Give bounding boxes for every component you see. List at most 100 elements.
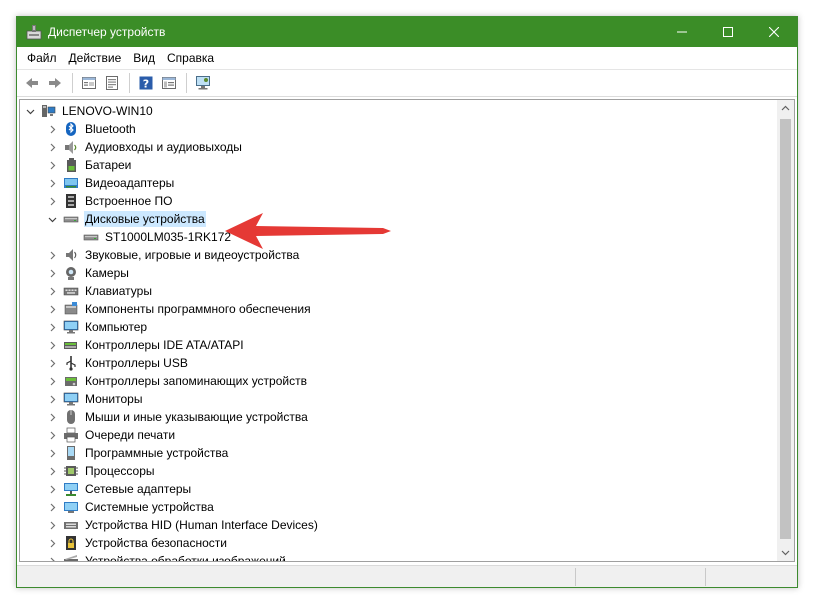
close-button[interactable] [751,17,797,47]
maximize-button[interactable] [705,17,751,47]
chevron-right-icon[interactable] [46,192,58,210]
computer-icon [40,103,56,119]
chevron-right-icon[interactable] [46,264,58,282]
tree-category[interactable]: Компьютер [46,318,148,336]
tree-category-label: Системные устройства [85,500,214,514]
chevron-right-icon[interactable] [46,300,58,318]
chevron-right-icon[interactable] [46,444,58,462]
chevron-down-icon[interactable] [46,210,58,228]
scan-hardware-button[interactable] [192,72,214,94]
tree-root[interactable]: LENOVO-WIN10 [24,102,154,120]
tree-category-label: Процессоры [85,464,155,478]
chevron-right-icon[interactable] [46,372,58,390]
processor-icon [63,463,79,479]
tree-category[interactable]: Видеоадаптеры [46,174,175,192]
tree-category-label: Компьютер [85,320,148,334]
chevron-right-icon[interactable] [46,390,58,408]
scan-icon [196,76,210,90]
minimize-icon [677,31,687,33]
menu-view[interactable]: Вид [127,51,161,65]
svg-text:?: ? [143,78,149,91]
tree-device[interactable]: ST1000LM035-1RK172 [66,228,232,246]
disk-drive-icon [63,211,79,227]
chevron-right-icon[interactable] [46,120,58,138]
tree-category[interactable]: Устройства HID (Human Interface Devices) [46,516,319,534]
tree-category[interactable]: Дисковые устройства [46,210,206,228]
chevron-right-icon[interactable] [46,354,58,372]
chevron-up-icon [781,105,790,111]
status-cell [705,568,797,586]
tree-category-label: Клавиатуры [85,284,152,298]
chevron-right-icon[interactable] [46,282,58,300]
scroll-down-button[interactable] [777,544,794,561]
tree-category-label: Мониторы [85,392,143,406]
sound-icon [63,247,79,263]
menu-file[interactable]: Файл [21,51,63,65]
tree-category[interactable]: Мыши и иные указывающие устройства [46,408,309,426]
tree-category[interactable]: Программные устройства [46,444,229,462]
minimize-button[interactable] [659,17,705,47]
tree-category[interactable]: Мониторы [46,390,143,408]
chevron-right-icon[interactable] [46,156,58,174]
tree-category[interactable]: Процессоры [46,462,156,480]
tree-category[interactable]: Очереди печати [46,426,176,444]
tree-category[interactable]: Клавиатуры [46,282,153,300]
status-cell [575,568,705,586]
chevron-right-icon[interactable] [46,246,58,264]
device-manager-window: Диспетчер устройств Файл Действие Вид Сп… [16,16,798,588]
tree-category-label: Программные устройства [85,446,229,460]
tree-category[interactable]: Батареи [46,156,132,174]
tree-category[interactable]: Контроллеры IDE ATA/ATAPI [46,336,245,354]
forward-icon [49,78,61,88]
scroll-up-button[interactable] [777,100,794,117]
tree-category-label: Очереди печати [85,428,176,442]
tree-category[interactable]: Встроенное ПО [46,192,173,210]
tree-device-label: ST1000LM035-1RK172 [105,230,232,244]
tree-category[interactable]: Компоненты программного обеспечения [46,300,312,318]
display-adapter-icon [63,175,79,191]
back-button[interactable] [21,72,43,94]
tree-category[interactable]: Контроллеры USB [46,354,189,372]
chevron-right-icon[interactable] [46,426,58,444]
tree-category[interactable]: Аудиовходы и аудиовыходы [46,138,243,156]
tree-category[interactable]: Контроллеры запоминающих устройств [46,372,308,390]
tree-category[interactable]: Системные устройства [46,498,215,516]
storage-controller-icon [63,373,79,389]
show-hide-button[interactable] [158,72,180,94]
chevron-right-icon[interactable] [46,552,58,561]
chevron-right-icon[interactable] [46,516,58,534]
firmware-icon [63,193,79,209]
chevron-right-icon[interactable] [46,174,58,192]
chevron-right-icon[interactable] [46,138,58,156]
chevron-right-icon[interactable] [46,480,58,498]
chevron-right-icon[interactable] [46,318,58,336]
disk-drive-icon [83,229,99,245]
update-button[interactable] [101,72,123,94]
menu-help[interactable]: Справка [161,51,220,65]
help-button[interactable]: ? [135,72,157,94]
chevron-right-icon[interactable] [46,462,58,480]
chevron-down-icon[interactable] [24,102,36,120]
chevron-right-icon[interactable] [46,498,58,516]
chevron-right-icon[interactable] [46,408,58,426]
menu-action[interactable]: Действие [63,51,128,65]
scrollbar-thumb[interactable] [780,119,791,539]
back-icon [26,78,38,88]
menu-bar: Файл Действие Вид Справка [17,47,797,69]
tree-category[interactable]: Сетевые адаптеры [46,480,192,498]
tree-category[interactable]: Устройства обработки изображений [46,552,287,561]
mouse-icon [63,409,79,425]
tree-category[interactable]: Bluetooth [46,120,137,138]
vertical-scrollbar[interactable] [777,100,794,561]
tree-category-label: Камеры [85,266,129,280]
chevron-right-icon[interactable] [46,534,58,552]
tree-category[interactable]: Камеры [46,264,130,282]
monitor-icon [63,391,79,407]
tree-category[interactable]: Устройства безопасности [46,534,228,552]
properties-button[interactable] [78,72,100,94]
chevron-down-icon [781,550,790,556]
chevron-right-icon[interactable] [46,336,58,354]
forward-button[interactable] [44,72,66,94]
title-bar[interactable]: Диспетчер устройств [17,17,797,47]
tree-category-label: Сетевые адаптеры [85,482,192,496]
